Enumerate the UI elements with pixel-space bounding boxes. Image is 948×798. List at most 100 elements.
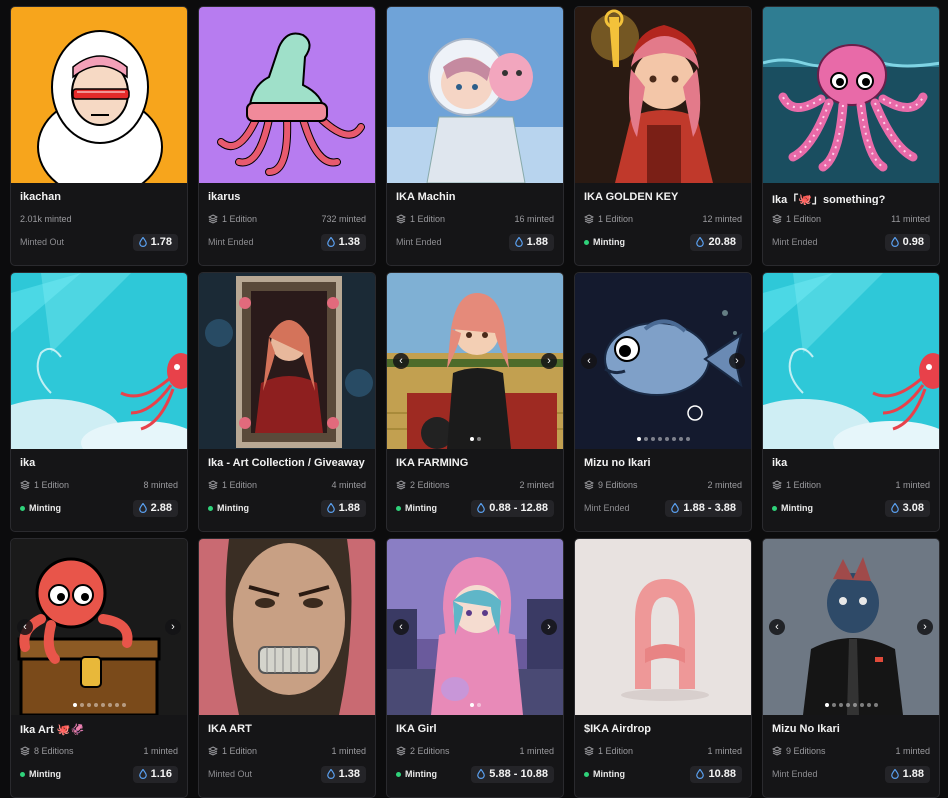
collection-image[interactable]: ‹ › [387,539,563,715]
collection-card[interactable]: ikarus 1 Edition 732 minted Mint Ended 1.38 [198,6,376,266]
collection-card[interactable]: Ika「🐙」something? 1 Edition 11 minted Mint E… [762,6,940,266]
carousel-dot[interactable] [657,437,662,441]
price-badge[interactable]: 1.38 [320,765,366,783]
collection-card[interactable]: Ika - Art Collection / Giveaway 1 Edition… [198,272,376,532]
carousel-dot[interactable] [469,703,474,707]
collection-image[interactable] [763,273,939,449]
collection-image[interactable] [199,539,375,715]
price-badge[interactable]: 1.16 [132,765,178,783]
collection-title[interactable]: Ika「🐙」something? [772,191,930,205]
carousel-dot[interactable] [685,437,690,441]
carousel-dot[interactable] [831,703,836,707]
collection-image[interactable]: ‹ › [387,273,563,449]
price-badge[interactable]: 2.88 [132,499,178,517]
carousel-dot[interactable] [838,703,843,707]
carousel-next-icon[interactable]: › [541,619,557,635]
collection-title[interactable]: Ika - Art Collection / Giveaway [208,457,366,471]
collection-image[interactable]: ‹ › [763,539,939,715]
collection-title[interactable]: Mizu No Ikari [772,723,930,737]
carousel-dot[interactable] [121,703,126,707]
collection-title[interactable]: $IKA Airdrop [584,723,742,737]
carousel-dot[interactable] [79,703,84,707]
price-badge[interactable]: 1.88 [320,499,366,517]
price-badge[interactable]: 1.78 [132,233,178,251]
collection-title[interactable]: IKA ART [208,723,366,737]
price-badge[interactable]: 3.08 [884,499,930,517]
price-badge[interactable]: 0.88 - 12.88 [471,499,554,517]
carousel-dot[interactable] [866,703,871,707]
collection-card[interactable]: IKA Machin 1 Edition 16 minted Mint Ended 1.… [386,6,564,266]
collection-title[interactable]: ikachan [20,191,178,205]
carousel-next-icon[interactable]: › [729,353,745,369]
carousel-dot[interactable] [636,437,641,441]
collection-title[interactable]: ika [772,457,930,471]
price-badge[interactable]: 1.38 [320,233,366,251]
collection-image[interactable] [575,7,751,183]
carousel-dot[interactable] [100,703,105,707]
carousel-prev-icon[interactable]: ‹ [581,353,597,369]
carousel-dot[interactable] [852,703,857,707]
carousel-dot[interactable] [107,703,112,707]
collection-title[interactable]: ikarus [208,191,366,205]
collection-title[interactable]: Ika Art 🐙🦑 [20,723,178,737]
carousel-next-icon[interactable]: › [165,619,181,635]
collection-title[interactable]: IKA GOLDEN KEY [584,191,742,205]
collection-card[interactable]: ika 1 Edition 8 minted Minting 2.88 [10,272,188,532]
sui-drop-icon [890,503,899,513]
collection-card[interactable]: IKA ART 1 Edition 1 minted Minted Out 1.38 [198,538,376,798]
collection-image[interactable] [199,7,375,183]
collection-title[interactable]: ika [20,457,178,471]
collection-title[interactable]: IKA Machin [396,191,554,205]
carousel-dot[interactable] [824,703,829,707]
price-badge[interactable]: 0.98 [884,233,930,251]
price-badge[interactable]: 5.88 - 10.88 [471,765,554,783]
collection-image[interactable] [11,273,187,449]
carousel-next-icon[interactable]: › [541,353,557,369]
collection-image[interactable] [575,539,751,715]
carousel-prev-icon[interactable]: ‹ [393,353,409,369]
price-badge[interactable]: 1.88 [508,233,554,251]
carousel-dot[interactable] [476,703,481,707]
carousel-dot[interactable] [93,703,98,707]
collection-title[interactable]: IKA Girl [396,723,554,737]
carousel-dot[interactable] [845,703,850,707]
carousel-dot[interactable] [859,703,864,707]
price-badge[interactable]: 20.88 [690,233,742,251]
collection-title[interactable]: IKA FARMING [396,457,554,471]
collection-card[interactable]: ika 1 Edition 1 minted Minting 3.08 [762,272,940,532]
collection-card[interactable]: ‹ › Mizu no Ikari 9 Editions 2 minted Mint En… [574,272,752,532]
carousel-dot[interactable] [114,703,119,707]
collection-image[interactable] [387,7,563,183]
carousel-dot[interactable] [873,703,878,707]
collection-card[interactable]: IKA GOLDEN KEY 1 Edition 12 minted Minting 2… [574,6,752,266]
price-badge[interactable]: 1.88 - 3.88 [665,499,742,517]
carousel-dot[interactable] [678,437,683,441]
carousel-dot[interactable] [671,437,676,441]
carousel-dot[interactable] [72,703,77,707]
carousel-next-icon[interactable]: › [917,619,933,635]
collection-image[interactable] [199,273,375,449]
carousel-dot[interactable] [643,437,648,441]
carousel-prev-icon[interactable]: ‹ [17,619,33,635]
price-badge[interactable]: 10.88 [690,765,742,783]
carousel-dot[interactable] [86,703,91,707]
collection-image[interactable]: ‹ › [575,273,751,449]
collection-image[interactable] [763,7,939,183]
price-badge[interactable]: 1.88 [884,765,930,783]
collection-card[interactable]: ‹ › Mizu No Ikari 9 Editions 1 minted Mint En… [762,538,940,798]
collection-image[interactable]: ‹ › [11,539,187,715]
carousel-prev-icon[interactable]: ‹ [769,619,785,635]
collection-title[interactable]: Mizu no Ikari [584,457,742,471]
collection-image[interactable] [11,7,187,183]
carousel-dot[interactable] [476,437,481,441]
collection-card[interactable]: ‹ › Ika Art 🐙🦑 8 Editions 1 minted Minting 1.1… [10,538,188,798]
carousel-prev-icon[interactable]: ‹ [393,619,409,635]
collection-card[interactable]: $IKA Airdrop 1 Edition 1 minted Minting 10.8… [574,538,752,798]
collection-card[interactable]: ‹ › IKA FARMING 2 Editions 2 minted Minting 0.… [386,272,564,532]
carousel-dot[interactable] [650,437,655,441]
carousel-dot[interactable] [664,437,669,441]
carousel-dot[interactable] [469,437,474,441]
layers-icon [20,746,30,756]
collection-card[interactable]: ikachan 2.01k minted Minted Out 1.78 [10,6,188,266]
collection-card[interactable]: ‹ › IKA Girl 2 Editions 1 minted Minting 5.88 … [386,538,564,798]
